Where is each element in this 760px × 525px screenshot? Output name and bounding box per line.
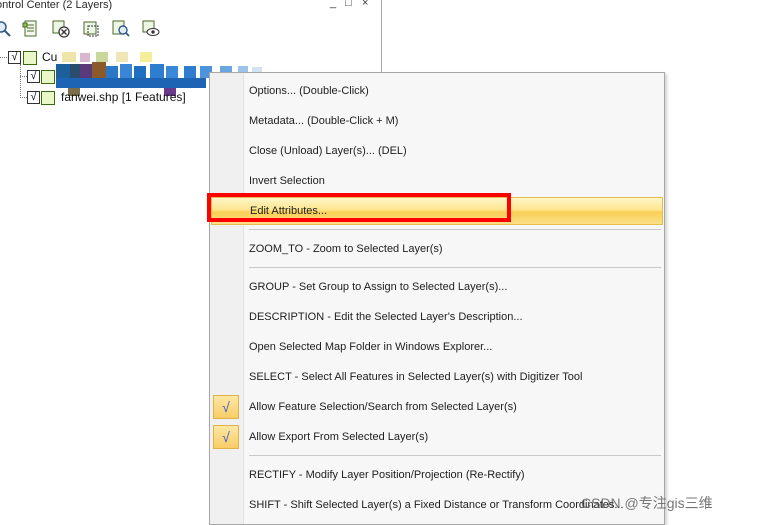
menu-item-label: Allow Feature Selection/Search from Sele… <box>249 401 517 413</box>
menu-item-description[interactable]: DESCRIPTION - Edit the Selected Layer's … <box>210 303 664 331</box>
menu-item-open-folder[interactable]: Open Selected Map Folder in Windows Expl… <box>210 333 664 361</box>
maximize-button[interactable]: □ <box>345 0 352 9</box>
panel-title-bar: ontrol Center (2 Layers) _ □ × <box>0 0 381 12</box>
check-mark-icon: √ <box>213 425 239 449</box>
close-button[interactable]: × <box>362 0 368 9</box>
menu-separator <box>249 267 661 268</box>
layer-label[interactable]: fanwei.shp [1 Features] <box>61 90 186 104</box>
menu-item-group[interactable]: GROUP - Set Group to Assign to Selected … <box>210 273 664 301</box>
tree-connector <box>0 57 7 58</box>
root-group-checkbox[interactable]: √ <box>8 51 21 64</box>
menu-item-select-all-features[interactable]: SELECT - Select All Features in Selected… <box>210 363 664 391</box>
layer-icon <box>41 70 55 84</box>
zoom-layer-icon[interactable] <box>0 20 12 38</box>
menu-item-label: Open Selected Map Folder in Windows Expl… <box>249 341 493 353</box>
menu-item-close-layers[interactable]: Close (Unload) Layer(s)... (DEL) <box>210 137 664 165</box>
root-group-label[interactable]: Cu <box>42 50 57 64</box>
menu-item-label: SHIFT - Shift Selected Layer(s) a Fixed … <box>249 499 624 511</box>
menu-item-allow-export[interactable]: √ Allow Export From Selected Layer(s) <box>210 423 664 451</box>
menu-item-label: RECTIFY - Modify Layer Position/Projecti… <box>249 469 525 481</box>
remove-layer-icon[interactable] <box>52 20 70 38</box>
tree-connector <box>20 97 27 98</box>
layer-context-menu: Options... (Double-Click) Metadata... (D… <box>209 72 665 525</box>
panel-title: ontrol Center (2 Layers) <box>0 0 113 11</box>
annotation-highlight-box <box>207 193 511 222</box>
watermark: CSDN @专注gis三维 <box>581 495 713 511</box>
menu-item-zoom-to[interactable]: ZOOM_TO - Zoom to Selected Layer(s) <box>210 235 664 263</box>
menu-item-metadata[interactable]: Metadata... (Double-Click + M) <box>210 107 664 135</box>
menu-item-allow-feature-selection[interactable]: √ Allow Feature Selection/Search from Se… <box>210 393 664 421</box>
layer-icon <box>41 91 55 105</box>
group-layer-icon <box>23 51 37 65</box>
menu-item-label: Metadata... (Double-Click + M) <box>249 115 399 127</box>
minimize-button[interactable]: _ <box>330 0 336 9</box>
tree-connector <box>20 76 27 77</box>
menu-item-label: Allow Export From Selected Layer(s) <box>249 431 429 443</box>
menu-item-label: Options... (Double-Click) <box>249 85 369 97</box>
select-layer-icon[interactable] <box>82 20 100 38</box>
menu-item-label: SELECT - Select All Features in Selected… <box>249 371 583 383</box>
menu-item-label: Close (Unload) Layer(s)... (DEL) <box>249 145 407 157</box>
view-layer-icon[interactable] <box>142 20 160 38</box>
menu-item-label: GROUP - Set Group to Assign to Selected … <box>249 281 508 293</box>
panel-toolbar <box>0 16 381 42</box>
menu-item-rectify[interactable]: RECTIFY - Modify Layer Position/Projecti… <box>210 461 664 489</box>
menu-separator <box>249 229 661 230</box>
layer-checkbox[interactable]: √ <box>27 70 40 83</box>
menu-item-label: ZOOM_TO - Zoom to Selected Layer(s) <box>249 243 443 255</box>
menu-item-invert-selection[interactable]: Invert Selection <box>210 167 664 195</box>
layer-checkbox[interactable]: √ <box>27 91 40 104</box>
menu-separator <box>249 455 661 456</box>
menu-item-label: DESCRIPTION - Edit the Selected Layer's … <box>249 311 523 323</box>
search-layer-icon[interactable] <box>112 20 130 38</box>
tree-connector <box>20 64 21 98</box>
menu-item-label: Invert Selection <box>249 175 325 187</box>
layer-list-icon[interactable] <box>22 20 40 38</box>
check-mark-icon: √ <box>213 395 239 419</box>
menu-item-options[interactable]: Options... (Double-Click) <box>210 77 664 105</box>
